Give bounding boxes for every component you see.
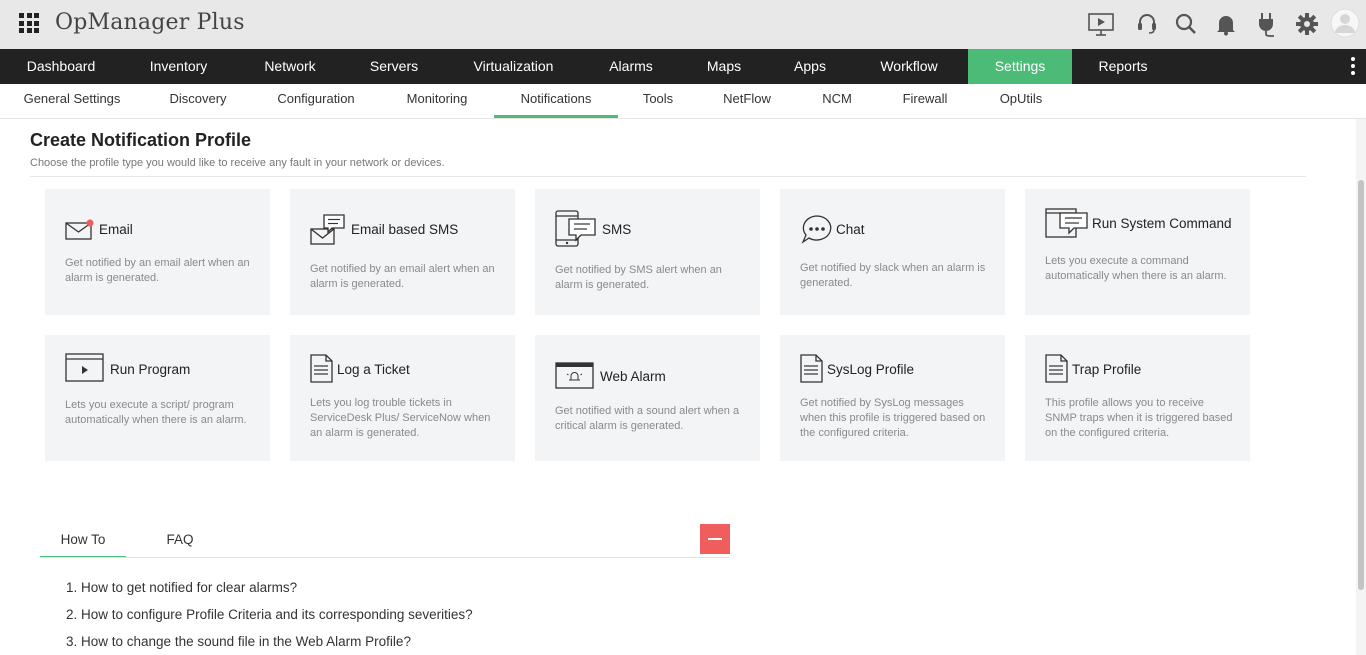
howto-item[interactable]: 3. How to change the sound file in the W…: [66, 634, 411, 649]
subtab-general-settings[interactable]: General Settings: [18, 84, 126, 118]
divider: [30, 176, 1306, 177]
more-options-icon[interactable]: [1350, 57, 1356, 77]
profile-card-syslog[interactable]: SysLog Profile Get notified by SysLog me…: [780, 335, 1005, 461]
profile-description: Lets you log trouble tickets in ServiceD…: [310, 397, 491, 439]
page-subtitle: Choose the profile type you would like t…: [30, 157, 445, 169]
app-title: OpManager Plus: [55, 10, 245, 35]
web-alarm-icon: [555, 362, 595, 395]
mobile-sms-icon: [555, 210, 599, 253]
tab-how-to[interactable]: How To: [40, 525, 126, 558]
tab-dashboard[interactable]: Dashboard: [0, 49, 122, 84]
profile-card-chat[interactable]: Chat Get notified by slack when an alarm…: [780, 189, 1005, 315]
subtab-notifications[interactable]: Notifications: [494, 84, 618, 118]
tab-inventory[interactable]: Inventory: [122, 49, 235, 84]
user-avatar-icon[interactable]: [1330, 8, 1360, 38]
tab-settings[interactable]: Settings: [968, 49, 1072, 84]
profile-description: Get notified by SMS alert when an alarm …: [555, 264, 722, 291]
system-command-icon: [1045, 208, 1089, 245]
headset-icon[interactable]: [1133, 10, 1161, 38]
tab-faq[interactable]: FAQ: [146, 525, 214, 558]
tab-maps[interactable]: Maps: [678, 49, 770, 84]
profile-card-sms[interactable]: SMS Get notified by SMS alert when an al…: [535, 189, 760, 315]
presentation-icon[interactable]: [1087, 10, 1115, 38]
syslog-document-icon: [800, 354, 824, 389]
profile-card-run-program[interactable]: Run Program Lets you execute a script/ p…: [45, 335, 270, 461]
profile-description: Get notified by an email alert when an a…: [65, 257, 250, 284]
help-divider: [40, 557, 730, 558]
profile-card-trap[interactable]: Trap Profile This profile allows you to …: [1025, 335, 1250, 461]
tab-workflow[interactable]: Workflow: [850, 49, 968, 84]
profile-title: Chat: [836, 222, 865, 237]
run-program-icon: [65, 353, 105, 388]
main-nav: Dashboard Inventory Network Servers Virt…: [0, 49, 1366, 84]
profile-description: This profile allows you to receive SNMP …: [1045, 397, 1233, 439]
profile-title: Email based SMS: [351, 222, 459, 237]
profile-title: SysLog Profile: [827, 362, 915, 377]
profile-description: Get notified with a sound alert when a c…: [555, 405, 740, 432]
tab-virtualization[interactable]: Virtualization: [443, 49, 584, 84]
subtab-netflow[interactable]: NetFlow: [712, 84, 782, 118]
profile-description: Get notified by SysLog messages when thi…: [800, 397, 986, 439]
app-grid-icon[interactable]: [19, 13, 39, 33]
subtab-configuration[interactable]: Configuration: [266, 84, 366, 118]
howto-item[interactable]: 1. How to get notified for clear alarms?: [66, 580, 297, 595]
email-sms-icon: [310, 213, 346, 252]
profile-title: SMS: [602, 222, 632, 237]
top-header: OpManager Plus: [0, 0, 1366, 49]
profile-card-web-alarm[interactable]: Web Alarm Get notified with a sound aler…: [535, 335, 760, 461]
subtab-ncm[interactable]: NCM: [812, 84, 862, 118]
tab-network[interactable]: Network: [235, 49, 345, 84]
collapse-button[interactable]: [700, 524, 730, 554]
profile-card-log-ticket[interactable]: Log a Ticket Lets you log trouble ticket…: [290, 335, 515, 461]
profile-description: Get notified by an email alert when an a…: [310, 263, 495, 290]
ticket-document-icon: [310, 354, 334, 389]
profile-card-email[interactable]: Email Get notified by an email alert whe…: [45, 189, 270, 315]
subtab-firewall[interactable]: Firewall: [892, 84, 958, 118]
profile-description: Lets you execute a script/ program autom…: [65, 399, 247, 426]
subtab-monitoring[interactable]: Monitoring: [394, 84, 480, 118]
profile-title: Run System Command: [1092, 216, 1232, 231]
scrollbar-thumb[interactable]: [1358, 180, 1364, 590]
bell-icon[interactable]: [1212, 10, 1240, 38]
profile-title: Web Alarm: [600, 369, 666, 384]
subtab-tools[interactable]: Tools: [632, 84, 684, 118]
subtab-oputils[interactable]: OpUtils: [988, 84, 1054, 118]
plug-icon[interactable]: [1252, 10, 1280, 38]
tab-reports[interactable]: Reports: [1072, 49, 1174, 84]
subtab-discovery[interactable]: Discovery: [158, 84, 238, 118]
profile-description: Get notified by slack when an alarm is g…: [800, 262, 986, 289]
chat-bubble-icon: [800, 213, 834, 252]
search-icon[interactable]: [1172, 10, 1200, 38]
minus-icon: [708, 538, 722, 540]
profile-description: Lets you execute a command automatically…: [1045, 255, 1227, 282]
envelope-icon: [65, 219, 95, 246]
profile-card-run-system-command[interactable]: Run System Command Lets you execute a co…: [1025, 189, 1250, 315]
profile-title: Run Program: [110, 362, 191, 377]
tab-apps[interactable]: Apps: [770, 49, 850, 84]
sub-nav: General Settings Discovery Configuration…: [0, 84, 1366, 119]
tab-alarms[interactable]: Alarms: [584, 49, 678, 84]
page-title: Create Notification Profile: [30, 130, 252, 150]
gear-icon[interactable]: [1293, 10, 1321, 38]
tab-servers[interactable]: Servers: [345, 49, 443, 84]
profile-card-email-sms[interactable]: Email based SMS Get notified by an email…: [290, 189, 515, 315]
profile-title: Trap Profile: [1072, 362, 1142, 377]
trap-document-icon: [1045, 354, 1069, 389]
profile-title: Log a Ticket: [337, 362, 410, 377]
profile-title: Email: [99, 222, 133, 237]
howto-item[interactable]: 2. How to configure Profile Criteria and…: [66, 607, 473, 622]
